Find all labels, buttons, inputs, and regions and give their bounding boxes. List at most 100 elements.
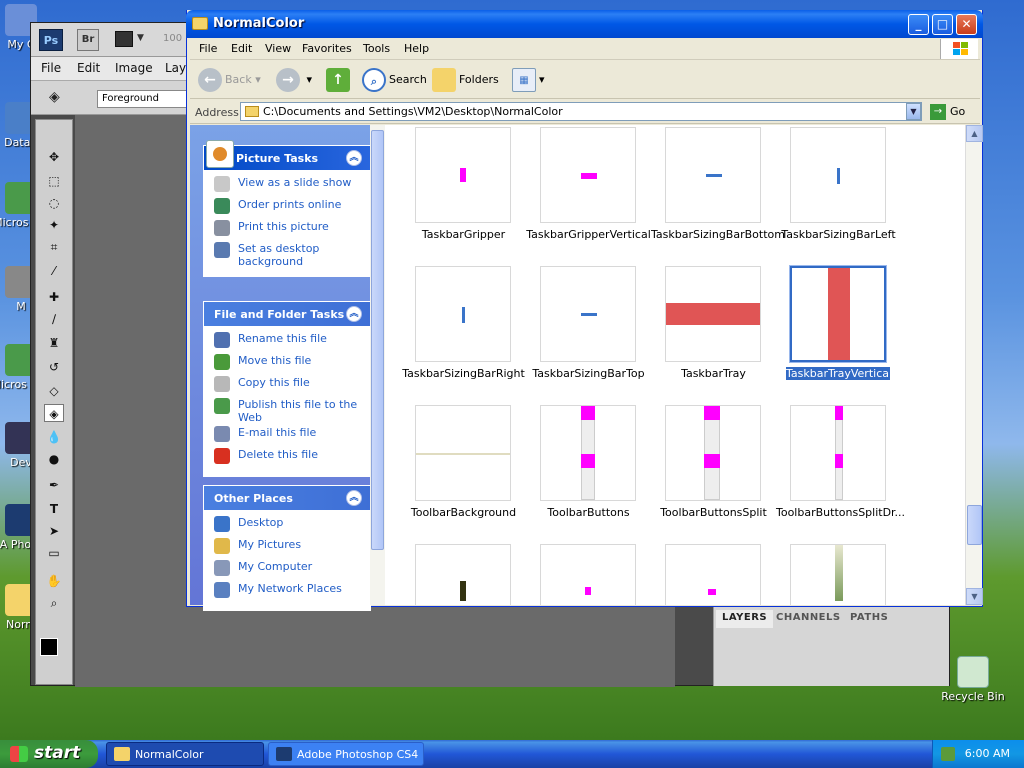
file-name-label[interactable]: TaskbarTrayVertical: [786, 367, 892, 380]
file-thumbnail[interactable]: [540, 405, 636, 501]
paint-bucket-tool-icon[interactable]: ◈: [44, 404, 64, 422]
collapse-icon[interactable]: ︽: [346, 150, 362, 166]
address-input[interactable]: C:\Documents and Settings\VM2\Desktop\No…: [240, 102, 922, 121]
file-name-label[interactable]: ToolbarButtonsSplit: [651, 506, 776, 519]
magic-wand-icon[interactable]: ✦: [44, 216, 64, 234]
task-link[interactable]: Publish this file to the Web: [214, 398, 366, 424]
start-button[interactable]: start: [0, 740, 98, 768]
file-thumbnail[interactable]: [665, 266, 761, 362]
file-thumbnail[interactable]: [415, 127, 511, 223]
task-link[interactable]: Print this picture: [214, 220, 366, 240]
file-tasks-header[interactable]: File and Folder Tasks ︽: [204, 302, 370, 326]
folders-button[interactable]: Folders: [432, 67, 499, 93]
path-select-icon[interactable]: ➤: [44, 522, 64, 540]
menu-tools[interactable]: Tools: [363, 42, 390, 55]
file-name-label[interactable]: TaskbarTray: [651, 367, 776, 380]
menu-view[interactable]: View: [265, 42, 291, 55]
file-thumbnail[interactable]: [415, 544, 511, 605]
chevron-down-icon[interactable]: ▼: [137, 33, 144, 43]
move-tool-icon[interactable]: ✥: [44, 148, 64, 166]
taskbar-item-photoshop[interactable]: Adobe Photoshop CS4: [268, 742, 424, 766]
task-link[interactable]: Desktop: [214, 516, 366, 536]
file-thumbnail[interactable]: [790, 127, 886, 223]
file-name-label[interactable]: ToolbarButtonsSplitDr...: [776, 506, 905, 519]
scroll-down-button[interactable]: ▼: [966, 588, 983, 605]
task-link[interactable]: Delete this file: [214, 448, 366, 468]
task-link[interactable]: E-mail this file: [214, 426, 366, 446]
tab-channels[interactable]: CHANNELS: [770, 610, 847, 628]
ps-menu-file[interactable]: File: [41, 61, 61, 75]
bridge-button[interactable]: Br: [77, 29, 99, 51]
blur-tool-icon[interactable]: 💧: [44, 428, 64, 446]
task-link[interactable]: My Pictures: [214, 538, 366, 558]
address-dropdown-button[interactable]: ▼: [906, 103, 921, 120]
file-thumbnail[interactable]: [540, 266, 636, 362]
up-folder-button[interactable]: ↑: [326, 67, 353, 93]
task-link[interactable]: Move this file: [214, 354, 366, 374]
zoom-tool-icon[interactable]: ⌕: [44, 594, 64, 612]
file-name-label[interactable]: ToolbarButtons: [526, 506, 651, 519]
menu-file[interactable]: File: [199, 42, 217, 55]
taskbar-item-normalcolor[interactable]: NormalColor: [106, 742, 264, 766]
marquee-tool-icon[interactable]: ⬚: [44, 172, 64, 190]
file-thumbnail[interactable]: [540, 544, 636, 605]
collapse-icon[interactable]: ︽: [346, 306, 362, 322]
views-button[interactable]: ▦ ▾: [512, 67, 545, 93]
crop-tool-icon[interactable]: ⌗: [44, 238, 64, 256]
menu-help[interactable]: Help: [404, 42, 429, 55]
file-name-label[interactable]: ToolbarBackground: [401, 506, 526, 519]
type-tool-icon[interactable]: T: [44, 500, 64, 518]
close-button[interactable]: ✕: [956, 14, 977, 35]
eyedropper-icon[interactable]: ⁄: [44, 262, 64, 280]
file-thumbnail[interactable]: [665, 544, 761, 605]
task-link[interactable]: Set as desktop background: [214, 242, 366, 268]
brush-tool-icon[interactable]: ∕: [44, 310, 64, 328]
file-name-label[interactable]: TaskbarGripperVertical: [526, 228, 651, 241]
hand-tool-icon[interactable]: ✋: [44, 572, 64, 590]
file-name-label[interactable]: TaskbarGripper: [401, 228, 526, 241]
stamp-tool-icon[interactable]: ♜: [44, 334, 64, 352]
zoom-level[interactable]: 100: [163, 33, 182, 44]
task-link[interactable]: Order prints online: [214, 198, 366, 218]
shape-tool-icon[interactable]: ▭: [44, 544, 64, 562]
task-link[interactable]: Copy this file: [214, 376, 366, 396]
scroll-thumb[interactable]: [967, 505, 982, 545]
file-thumbnail[interactable]: [415, 405, 511, 501]
file-thumbnail[interactable]: [789, 265, 887, 363]
task-pane-scrollbar[interactable]: [370, 125, 385, 605]
forward-button[interactable]: → ▾: [276, 67, 312, 93]
file-name-label[interactable]: TaskbarSizingBarLeft: [776, 228, 901, 241]
clock[interactable]: 6:00 AM: [965, 747, 1010, 760]
explorer-title-bar[interactable]: NormalColor _ □ ✕: [186, 10, 983, 38]
tab-layers[interactable]: LAYERS: [716, 610, 774, 628]
network-icon[interactable]: [941, 747, 955, 761]
file-name-label[interactable]: TaskbarSizingBarRight: [401, 367, 526, 380]
collapse-icon[interactable]: ︽: [346, 490, 362, 506]
dodge-tool-icon[interactable]: ●: [44, 450, 64, 468]
ps-menu-image[interactable]: Image: [115, 61, 153, 75]
file-name-label[interactable]: TaskbarSizingBarBottom: [651, 228, 785, 241]
maximize-button[interactable]: □: [932, 14, 953, 35]
scroll-up-button[interactable]: ▲: [966, 125, 983, 142]
back-button[interactable]: ← Back ▾: [198, 67, 261, 93]
paint-bucket-icon[interactable]: ◈: [49, 89, 69, 107]
eraser-tool-icon[interactable]: ◇: [44, 382, 64, 400]
task-link[interactable]: My Network Places: [214, 582, 366, 602]
task-link[interactable]: My Computer: [214, 560, 366, 580]
menu-edit[interactable]: Edit: [231, 42, 252, 55]
file-thumbnail[interactable]: [415, 266, 511, 362]
minimize-button[interactable]: _: [908, 14, 929, 35]
file-thumbnail[interactable]: [540, 127, 636, 223]
file-thumbnail[interactable]: [665, 127, 761, 223]
history-brush-icon[interactable]: ↺: [44, 358, 64, 376]
pen-tool-icon[interactable]: ✒: [44, 476, 64, 494]
ps-menu-edit[interactable]: Edit: [77, 61, 100, 75]
tab-paths[interactable]: PATHS: [844, 610, 894, 628]
film-icon[interactable]: [115, 31, 133, 47]
search-button[interactable]: ⌕ Search: [362, 67, 427, 93]
task-link[interactable]: Rename this file: [214, 332, 366, 352]
file-view-scrollbar[interactable]: ▲ ▼: [965, 125, 983, 605]
other-places-header[interactable]: Other Places ︽: [204, 486, 370, 510]
ps-menu-layer[interactable]: Lay: [165, 61, 186, 75]
file-thumbnail[interactable]: [790, 405, 886, 501]
